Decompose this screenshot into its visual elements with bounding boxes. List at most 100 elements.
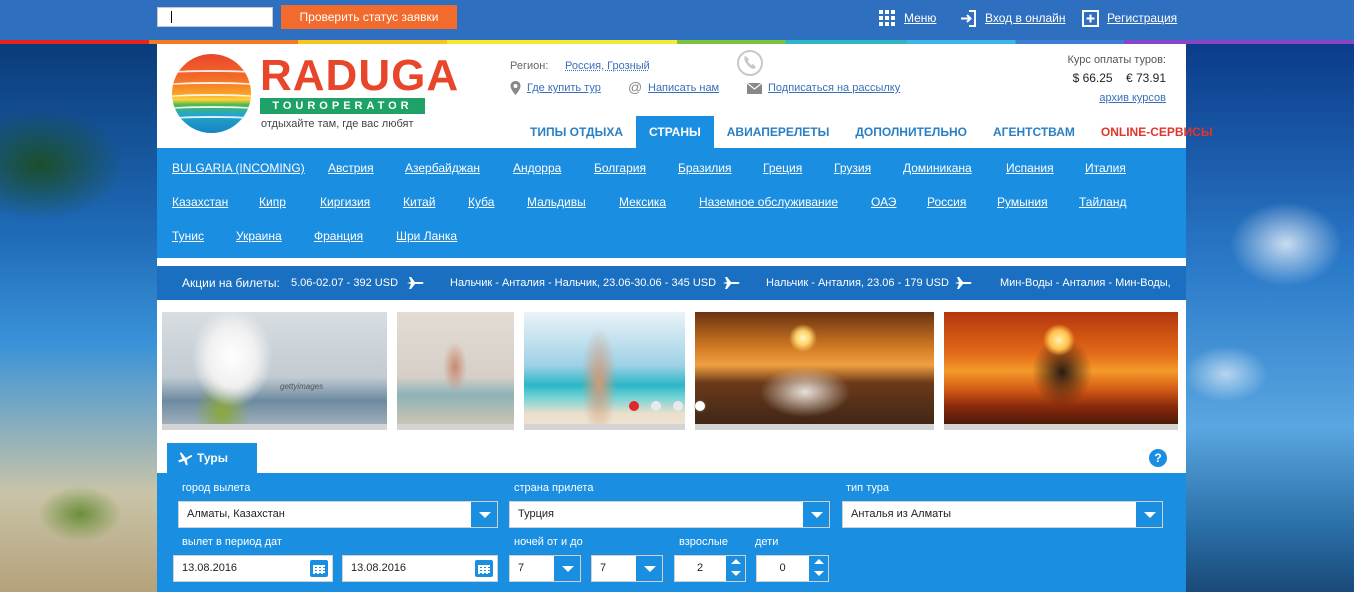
chevron-down-icon[interactable] (553, 556, 580, 581)
nights-to-select[interactable]: 7 (591, 555, 663, 582)
carousel-dot[interactable] (695, 401, 705, 411)
search-tabs: Туры ? (157, 442, 1186, 473)
logo-sun-icon[interactable] (172, 54, 251, 133)
ticker-item[interactable]: Мин-Воды - Анталия - Мин-Воды, (1000, 266, 1171, 300)
nav-agencies[interactable]: АГЕНТСТВАМ (980, 116, 1088, 148)
check-status-button[interactable]: Проверить статус заявки (281, 5, 457, 29)
ticket-deals-ticker: Акции на билеты: 5.06-02.07 - 392 USD На… (157, 266, 1186, 300)
nav-vacation-types[interactable]: ТИПЫ ОТДЫХА (517, 116, 636, 148)
nights-from-value: 7 (518, 562, 525, 574)
ticker-item[interactable]: Нальчик - Анталия - Нальчик, 23.06-30.06… (450, 266, 716, 300)
country-link[interactable]: Греция (763, 161, 802, 175)
menu-link[interactable]: Меню (879, 9, 936, 27)
country-link[interactable]: Италия (1085, 161, 1126, 175)
country-link[interactable]: Россия (927, 195, 966, 209)
gallery-photo-horse-sunset[interactable] (695, 312, 934, 430)
departure-city-select[interactable]: Алматы, Казахстан (178, 501, 498, 528)
departure-city-label: город вылета (182, 482, 251, 494)
country-link[interactable]: Китай (403, 195, 435, 209)
stepper-arrows-icon[interactable] (808, 556, 828, 581)
country-link[interactable]: Бразилия (678, 161, 732, 175)
chevron-down-icon[interactable] (470, 502, 497, 527)
gallery-photo-jumping-girl[interactable] (397, 312, 514, 430)
carousel-dot[interactable] (673, 401, 683, 411)
subscribe-link[interactable]: Подписаться на рассылку (768, 82, 900, 94)
departure-period-label: вылет в период дат (182, 536, 282, 548)
stepper-arrows-icon[interactable] (725, 556, 745, 581)
usd-rate: $ 66.25 (1072, 71, 1113, 85)
login-icon (960, 9, 977, 27)
country-link[interactable]: Австрия (328, 161, 374, 175)
children-value: 0 (779, 562, 786, 574)
nights-to-value: 7 (600, 562, 607, 574)
ticker-label: Акции на билеты: (182, 276, 280, 290)
date-from-input[interactable]: 13.08.2016 (173, 555, 333, 582)
country-link[interactable]: Андорра (513, 161, 561, 175)
register-link[interactable]: Регистрация (1082, 9, 1177, 27)
country-link[interactable]: Наземное обслуживание (699, 195, 838, 209)
country-link[interactable]: Киргизия (320, 195, 370, 209)
background-left-scenery (0, 44, 157, 592)
request-status-input[interactable] (157, 7, 273, 27)
login-link[interactable]: Вход в онлайн (960, 9, 1066, 27)
country-link[interactable]: Испания (1006, 161, 1054, 175)
photo-gallery: gettyimages (157, 300, 1186, 442)
children-stepper[interactable]: 0 (756, 555, 829, 582)
ticker-item[interactable]: Нальчик - Анталия, 23.06 - 179 USD (766, 266, 949, 300)
plane-icon (177, 450, 193, 466)
country-link[interactable]: BULGARIA (INCOMING) (172, 161, 305, 175)
chevron-down-icon[interactable] (802, 502, 829, 527)
calendar-icon[interactable] (475, 560, 493, 577)
carousel-dot[interactable] (651, 401, 661, 411)
adults-stepper[interactable]: 2 (674, 555, 746, 582)
country-link[interactable]: Мексика (619, 195, 666, 209)
country-link[interactable]: ОАЭ (871, 195, 896, 209)
carousel-dot[interactable] (629, 401, 639, 411)
phone-icon[interactable] (737, 50, 763, 76)
country-link[interactable]: Украина (236, 229, 282, 243)
nav-additional[interactable]: ДОПОЛНИТЕЛЬНО (842, 116, 980, 148)
arrival-country-select[interactable]: Турция (509, 501, 830, 528)
write-us-link[interactable]: Написать нам (648, 82, 719, 94)
plane-icon (723, 275, 741, 291)
nav-flights[interactable]: АВИАПЕРЕЛЕТЫ (714, 116, 843, 148)
nav-online-services[interactable]: ONLINE-СЕРВИСЫ (1088, 116, 1226, 148)
gallery-photo-child-beach[interactable]: gettyimages (162, 312, 387, 430)
chevron-down-icon[interactable] (1135, 502, 1162, 527)
location-pin-icon (510, 81, 521, 95)
country-link[interactable]: Болгария (594, 161, 646, 175)
nights-from-select[interactable]: 7 (509, 555, 581, 582)
country-link[interactable]: Мальдивы (527, 195, 586, 209)
country-link[interactable]: Кипр (259, 195, 286, 209)
country-link[interactable]: Доминикана (903, 161, 972, 175)
adults-label: взрослые (679, 536, 728, 548)
gallery-photo-woman-beach[interactable] (524, 312, 685, 430)
add-square-icon (1082, 9, 1099, 27)
tab-tours[interactable]: Туры (167, 443, 257, 473)
help-icon[interactable]: ? (1149, 449, 1167, 467)
ticker-item[interactable]: 5.06-02.07 - 392 USD (291, 266, 398, 300)
gallery-photo-sunset-jump[interactable] (944, 312, 1178, 430)
where-to-buy-link[interactable]: Где купить тур (527, 82, 601, 94)
date-to-value: 13.08.2016 (351, 562, 407, 574)
country-link[interactable]: Франция (314, 229, 363, 243)
eur-rate: € 73.91 (1125, 71, 1166, 85)
country-link[interactable]: Азербайджан (405, 161, 480, 175)
region-selector[interactable]: Россия, Грозный (565, 60, 650, 72)
top-bar: Проверить статус заявки Меню Вход в онла… (0, 0, 1354, 40)
country-link[interactable]: Шри Ланка (396, 229, 457, 243)
country-link[interactable]: Грузия (834, 161, 871, 175)
chevron-down-icon[interactable] (635, 556, 662, 581)
country-link[interactable]: Румыния (997, 195, 1048, 209)
country-link[interactable]: Казахстан (172, 195, 228, 209)
logo-title[interactable]: RADUGA (260, 54, 459, 98)
country-link[interactable]: Тайланд (1079, 195, 1126, 209)
calendar-icon[interactable] (310, 560, 328, 577)
rates-archive-link[interactable]: архив курсов (1099, 92, 1166, 104)
country-link[interactable]: Тунис (172, 229, 204, 243)
country-link[interactable]: Куба (468, 195, 494, 209)
tour-type-select[interactable]: Анталья из Алматы (842, 501, 1163, 528)
date-to-input[interactable]: 13.08.2016 (342, 555, 498, 582)
nav-countries[interactable]: СТРАНЫ (636, 116, 714, 148)
rate-label: Курс оплаты туров: (1067, 54, 1166, 66)
